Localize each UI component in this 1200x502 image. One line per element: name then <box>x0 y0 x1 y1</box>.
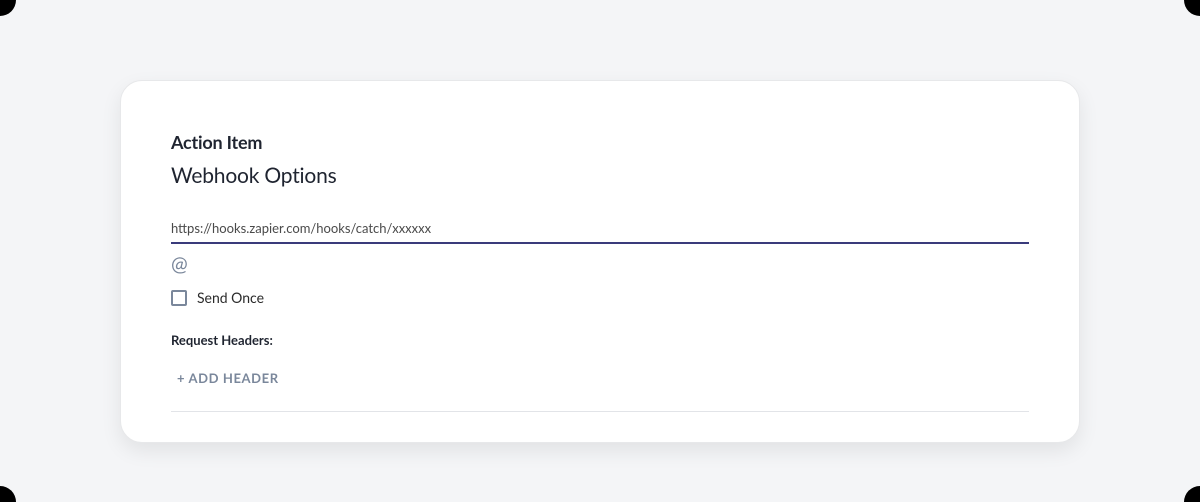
send-once-label: Send Once <box>197 289 264 306</box>
mention-icon[interactable]: @ <box>171 254 188 274</box>
send-once-row: Send Once <box>171 289 1029 306</box>
divider <box>171 411 1029 412</box>
webhook-options-card: Action Item Webhook Options @ Send Once … <box>120 80 1080 443</box>
add-header-button[interactable]: + ADD HEADER <box>171 370 279 386</box>
section-label: Action Item <box>171 131 1029 153</box>
send-once-checkbox[interactable] <box>171 290 187 306</box>
webhook-url-input[interactable] <box>171 216 1029 244</box>
section-title: Webhook Options <box>171 163 1029 188</box>
request-headers-label: Request Headers: <box>171 332 1029 348</box>
